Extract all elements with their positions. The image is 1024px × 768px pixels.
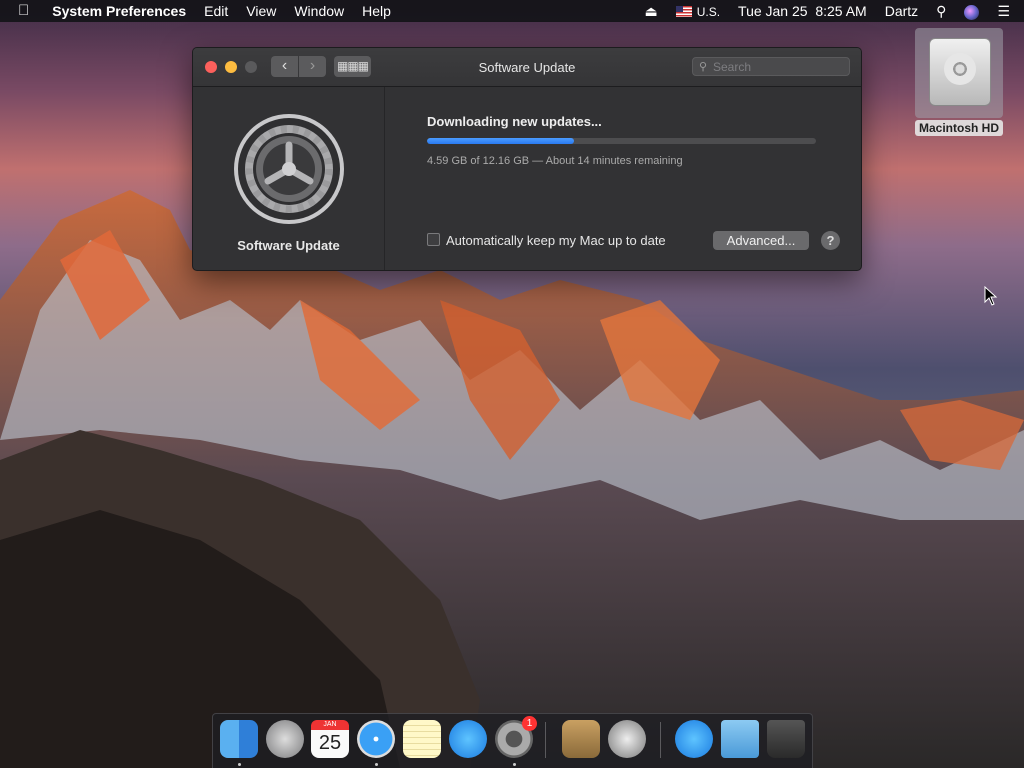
download-progress-bar — [427, 138, 816, 144]
notes-icon[interactable] — [403, 720, 441, 758]
app-store-folder-icon[interactable] — [675, 720, 713, 758]
running-indicator — [513, 763, 516, 766]
sidebar-title: Software Update — [237, 238, 340, 253]
search-icon: ⚲ — [699, 61, 708, 73]
running-indicator — [238, 763, 241, 766]
input-source-menu[interactable]: U.S. — [667, 0, 729, 23]
siri-icon[interactable] — [955, 0, 988, 22]
mouse-cursor-icon — [984, 286, 998, 306]
menu-edit[interactable]: Edit — [195, 0, 237, 22]
software-update-gear-icon — [234, 114, 344, 224]
calendar-day: 25 — [318, 732, 342, 754]
menu-help[interactable]: Help — [353, 0, 400, 22]
user-menu[interactable]: Dartz — [876, 0, 927, 22]
calendar-icon[interactable]: JAN 25 — [311, 720, 349, 758]
app-menu[interactable]: System Preferences — [43, 0, 195, 22]
hard-drive-icon — [915, 28, 1003, 118]
software-update-window: ‹ › ▦▦▦ Software Update ⚲ Search Softwar… — [192, 47, 862, 271]
finder-icon[interactable] — [220, 720, 258, 758]
input-source-label: U.S. — [696, 4, 721, 19]
search-field[interactable]: ⚲ — [692, 57, 850, 76]
robot-icon[interactable] — [608, 720, 646, 758]
macintosh-hd-desktop-icon[interactable]: Macintosh HD — [913, 28, 1005, 137]
spotlight-search-icon[interactable]: ⚲ — [927, 0, 955, 22]
app-store-icon[interactable] — [449, 720, 487, 758]
downloads-folder-icon[interactable] — [721, 720, 759, 758]
sidebar-panel: Software Update — [193, 87, 385, 270]
download-heading: Downloading new updates... — [427, 114, 602, 129]
running-indicator — [375, 763, 378, 766]
calendar-month: JAN — [311, 720, 349, 730]
gear-icon[interactable]: 1 — [495, 716, 537, 758]
help-button[interactable]: ? — [821, 231, 840, 250]
menu-bar:  System Preferences Edit View Window He… — [0, 0, 1024, 22]
menu-view[interactable]: View — [237, 0, 285, 22]
dock-separator — [545, 722, 546, 758]
download-status-text: 4.59 GB of 12.16 GB — About 14 minutes r… — [427, 155, 683, 167]
trash-icon[interactable] — [767, 720, 805, 758]
clock[interactable]: Tue Jan 25 8:25 AM — [729, 0, 876, 22]
drive-label: Macintosh HD — [914, 120, 1003, 136]
us-flag-icon — [675, 6, 692, 18]
advanced-button[interactable]: Advanced... — [713, 231, 809, 250]
progress-fill — [427, 138, 574, 144]
compass-icon[interactable] — [357, 720, 395, 758]
rocket-icon[interactable] — [266, 720, 304, 758]
update-panel: Downloading new updates... 4.59 GB of 12… — [385, 87, 861, 270]
dock-separator — [660, 722, 661, 758]
apple-menu-icon[interactable]:  — [0, 0, 43, 22]
search-input[interactable] — [713, 58, 843, 75]
auto-update-label[interactable]: Automatically keep my Mac up to date — [446, 233, 666, 248]
menu-window[interactable]: Window — [285, 0, 353, 22]
notification-badge: 1 — [522, 716, 537, 731]
notification-center-icon[interactable]: ☰ — [988, 0, 1024, 22]
title-bar[interactable]: ‹ › ▦▦▦ Software Update ⚲ — [193, 48, 861, 87]
auto-update-checkbox[interactable] — [427, 233, 440, 246]
eject-icon[interactable]: ⏏ — [635, 0, 666, 22]
dock: JAN 25 1 — [212, 713, 813, 768]
contacts-icon[interactable] — [562, 720, 600, 758]
